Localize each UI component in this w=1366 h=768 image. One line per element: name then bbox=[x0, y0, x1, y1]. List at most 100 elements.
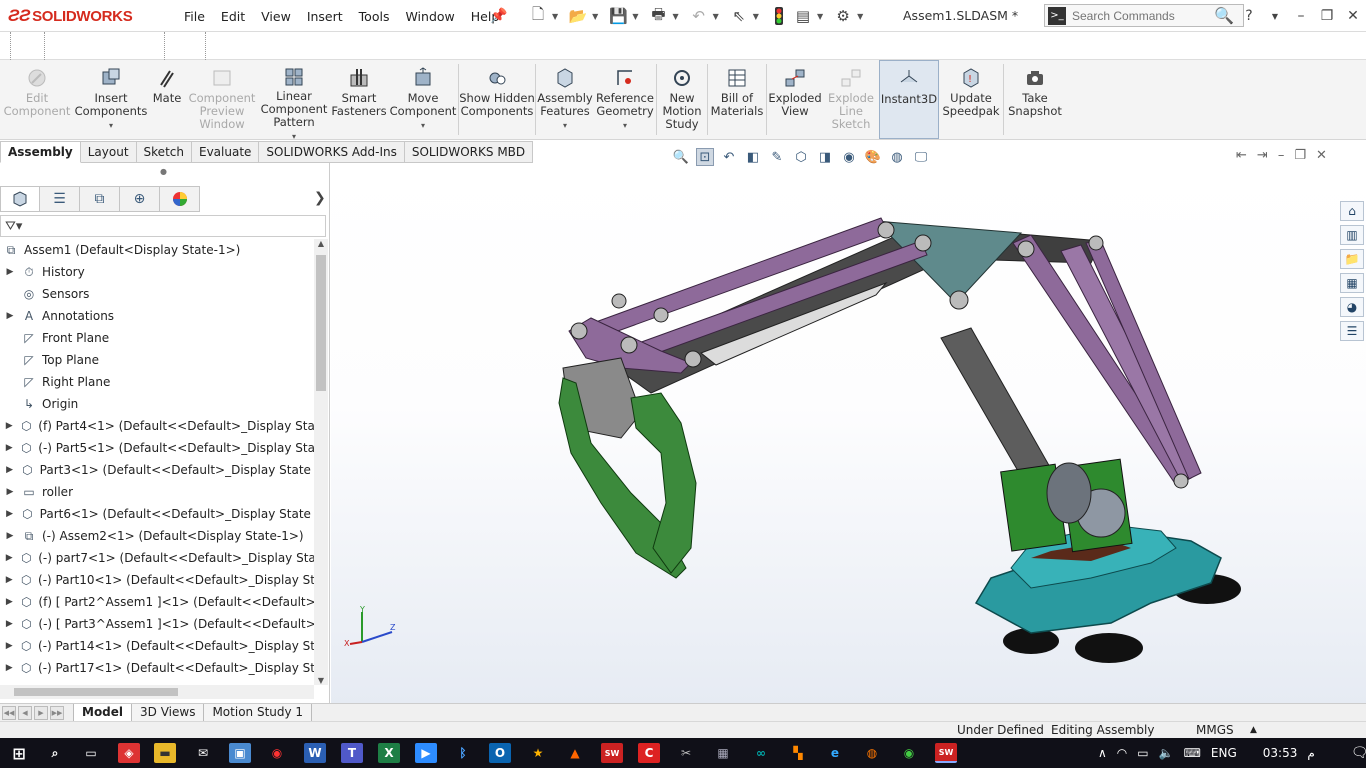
edit-appearance-icon[interactable]: 🎨 bbox=[864, 148, 882, 166]
minimize-button[interactable]: – bbox=[1288, 8, 1314, 24]
update-speedpak-button[interactable]: ! Update Speedpak bbox=[939, 60, 1003, 139]
matlab-icon[interactable]: ▲ bbox=[564, 743, 586, 763]
chevron-up-icon[interactable]: ∧ bbox=[1098, 746, 1107, 760]
tab-3d-views[interactable]: 3D Views bbox=[131, 703, 205, 722]
expand-right-icon[interactable]: ⇥ bbox=[1257, 148, 1268, 163]
property-manager-tab[interactable]: ☰ bbox=[40, 186, 80, 212]
teams-icon[interactable]: T bbox=[341, 743, 363, 763]
exploded-view-button[interactable]: Exploded View bbox=[767, 60, 823, 139]
edit-component-button[interactable]: Edit Component bbox=[0, 60, 74, 139]
linear-component-pattern-button[interactable]: Linear Component Pattern ▾ bbox=[258, 60, 330, 141]
excel-icon[interactable]: X bbox=[378, 743, 400, 763]
zoom-to-area-icon[interactable]: ⊡ bbox=[696, 148, 714, 166]
select-icon[interactable]: ⇖ bbox=[729, 6, 749, 26]
app-c-icon[interactable]: C bbox=[638, 743, 660, 763]
view-settings-icon[interactable]: 🖵 bbox=[912, 148, 930, 166]
search-icon[interactable]: 🔍 bbox=[1214, 6, 1234, 25]
tree-item[interactable]: ▶ ⬡ Part3<1> (Default<<Default>_Display St… bbox=[0, 459, 314, 481]
zoom-icon[interactable]: ▶ bbox=[415, 743, 437, 763]
tree-item[interactable]: ▶ ⬡ (f) [ Part2^Assem1 ]<1> (Default<<Defa… bbox=[0, 591, 314, 613]
mate-button[interactable]: Mate bbox=[148, 60, 186, 139]
bluetooth-icon[interactable]: ᛒ bbox=[452, 743, 474, 763]
tree-item[interactable]: ◸ Right Plane bbox=[0, 371, 314, 393]
tree-filter[interactable]: ⛛▾ bbox=[0, 215, 326, 237]
expand-arrow-icon[interactable]: ▶ bbox=[4, 421, 15, 431]
scroll-down-icon[interactable]: ▼ bbox=[314, 676, 328, 685]
expand-arrow-icon[interactable]: ▶ bbox=[4, 619, 15, 629]
tree-item[interactable]: ◸ Front Plane bbox=[0, 327, 314, 349]
component-preview-window-button[interactable]: Component Preview Window bbox=[186, 60, 258, 139]
menu-window[interactable]: Window bbox=[397, 9, 462, 24]
app-icon[interactable]: ◈ bbox=[118, 743, 140, 763]
expand-arrow-icon[interactable]: ▶ bbox=[4, 443, 15, 453]
tree-item[interactable]: ▶ ⬡ (f) Part4<1> (Default<<Default>_Displa… bbox=[0, 415, 314, 437]
tree-item[interactable]: ◸ Top Plane bbox=[0, 349, 314, 371]
first-tab-icon[interactable]: ◀◀ bbox=[2, 705, 16, 720]
restore-button[interactable]: ❐ bbox=[1314, 8, 1340, 24]
home-icon[interactable]: ⌂ bbox=[1340, 201, 1364, 221]
arduino-icon[interactable]: ∞ bbox=[750, 743, 772, 763]
menu-edit[interactable]: Edit bbox=[213, 9, 253, 24]
take-snapshot-button[interactable]: Take Snapshot bbox=[1004, 60, 1066, 139]
expand-arrow-icon[interactable]: ▶ bbox=[4, 465, 15, 475]
chevron-down-icon[interactable]: ▾ bbox=[563, 119, 567, 132]
menu-file[interactable]: File bbox=[176, 9, 213, 24]
chevron-up-icon[interactable]: ▲ bbox=[1250, 725, 1257, 735]
section-view-icon[interactable]: ◧ bbox=[744, 148, 762, 166]
chevron-down-icon[interactable]: ▾ bbox=[109, 119, 113, 132]
tree-item[interactable]: ▶ ⬡ (-) Part10<1> (Default<<Default>_Displ… bbox=[0, 569, 314, 591]
last-tab-icon[interactable]: ▶▶ bbox=[50, 705, 64, 720]
chevron-down-icon[interactable]: ▼ bbox=[672, 12, 678, 21]
smart-fasteners-button[interactable]: Smart Fasteners bbox=[330, 60, 388, 139]
dynamic-annotation-icon[interactable]: ✎ bbox=[768, 148, 786, 166]
rebuild-icon[interactable] bbox=[769, 6, 789, 26]
insert-components-button[interactable]: Insert Components ▾ bbox=[74, 60, 148, 139]
search-icon[interactable]: ⌕ bbox=[44, 743, 66, 763]
chevron-down-icon[interactable]: ▼ bbox=[753, 12, 759, 21]
reference-geometry-button[interactable]: Reference Geometry ▾ bbox=[594, 60, 656, 139]
hide-show-items-icon[interactable]: ◉ bbox=[840, 148, 858, 166]
expand-arrow-icon[interactable]: ▶ bbox=[4, 575, 14, 585]
task-view-icon[interactable]: ▭ bbox=[80, 743, 102, 763]
help-icon[interactable]: ? bbox=[1236, 8, 1262, 24]
assembly-features-button[interactable]: Assembly Features ▾ bbox=[536, 60, 594, 139]
tab-evaluate[interactable]: Evaluate bbox=[191, 141, 260, 163]
appearances-icon[interactable]: ◕ bbox=[1340, 297, 1364, 317]
language-indicator[interactable]: ENG bbox=[1211, 746, 1237, 760]
custom-properties-icon[interactable]: ☰ bbox=[1340, 321, 1364, 341]
view-palette-icon[interactable]: ▦ bbox=[1340, 273, 1364, 293]
clock-time[interactable]: 03:53 bbox=[1263, 746, 1298, 760]
expand-arrow-icon[interactable]: ▶ bbox=[4, 487, 16, 497]
solidworks-logo[interactable]: ƧƧ SOLIDWORKS bbox=[8, 5, 133, 27]
tree-item[interactable]: ▶ ⬡ (-) Part14<1> (Default<<Default>_Displ… bbox=[0, 635, 314, 657]
robot-arm-model[interactable] bbox=[331, 163, 1366, 705]
chevron-down-icon[interactable]: ▼ bbox=[552, 12, 558, 21]
tab-addins[interactable]: SOLIDWORKS Add-Ins bbox=[259, 141, 405, 163]
undo-icon[interactable]: ↶ bbox=[689, 6, 709, 26]
apps-grid-icon[interactable]: ▚ bbox=[787, 743, 809, 763]
expand-arrow-icon[interactable]: ▶ bbox=[4, 597, 15, 607]
expand-arrow-icon[interactable]: ▶ bbox=[4, 531, 16, 541]
firefox-icon[interactable]: ◍ bbox=[861, 743, 883, 763]
filter-icon[interactable]: ⛛▾ bbox=[5, 219, 22, 234]
panel-grip-icon[interactable]: ● bbox=[160, 167, 167, 176]
design-library-icon[interactable]: ▥ bbox=[1340, 225, 1364, 245]
scroll-thumb[interactable] bbox=[316, 255, 326, 391]
solidworks-taskbar-icon[interactable]: SW bbox=[601, 743, 623, 763]
tab-mbd[interactable]: SOLIDWORKS MBD bbox=[404, 141, 534, 163]
chrome-icon[interactable]: ◉ bbox=[266, 743, 288, 763]
instant3d-button[interactable]: Instant3D bbox=[879, 60, 939, 139]
expand-arrow-icon[interactable]: ▶ bbox=[4, 663, 14, 673]
close-button[interactable]: ✕ bbox=[1340, 8, 1366, 24]
file-explorer-icon[interactable]: 📁 bbox=[1340, 249, 1364, 269]
tree-item[interactable]: ↳ Origin bbox=[0, 393, 314, 415]
expand-arrow-icon[interactable]: ▶ bbox=[4, 311, 16, 321]
expand-arrow-icon[interactable]: ▶ bbox=[4, 641, 14, 651]
tree-item[interactable]: ▶ A Annotations bbox=[0, 305, 314, 327]
unit-system[interactable]: MMGS bbox=[1196, 723, 1234, 737]
tab-model[interactable]: Model bbox=[73, 703, 133, 722]
expand-arrow-icon[interactable]: ▶ bbox=[4, 553, 14, 563]
tree-item[interactable]: ▶ ⏱ History bbox=[0, 261, 314, 283]
tree-item[interactable]: ▶ ⬡ (-) [ Part3^Assem1 ]<1> (Default<<Defa… bbox=[0, 613, 314, 635]
notifications-icon[interactable]: 🗨 bbox=[1351, 745, 1366, 761]
